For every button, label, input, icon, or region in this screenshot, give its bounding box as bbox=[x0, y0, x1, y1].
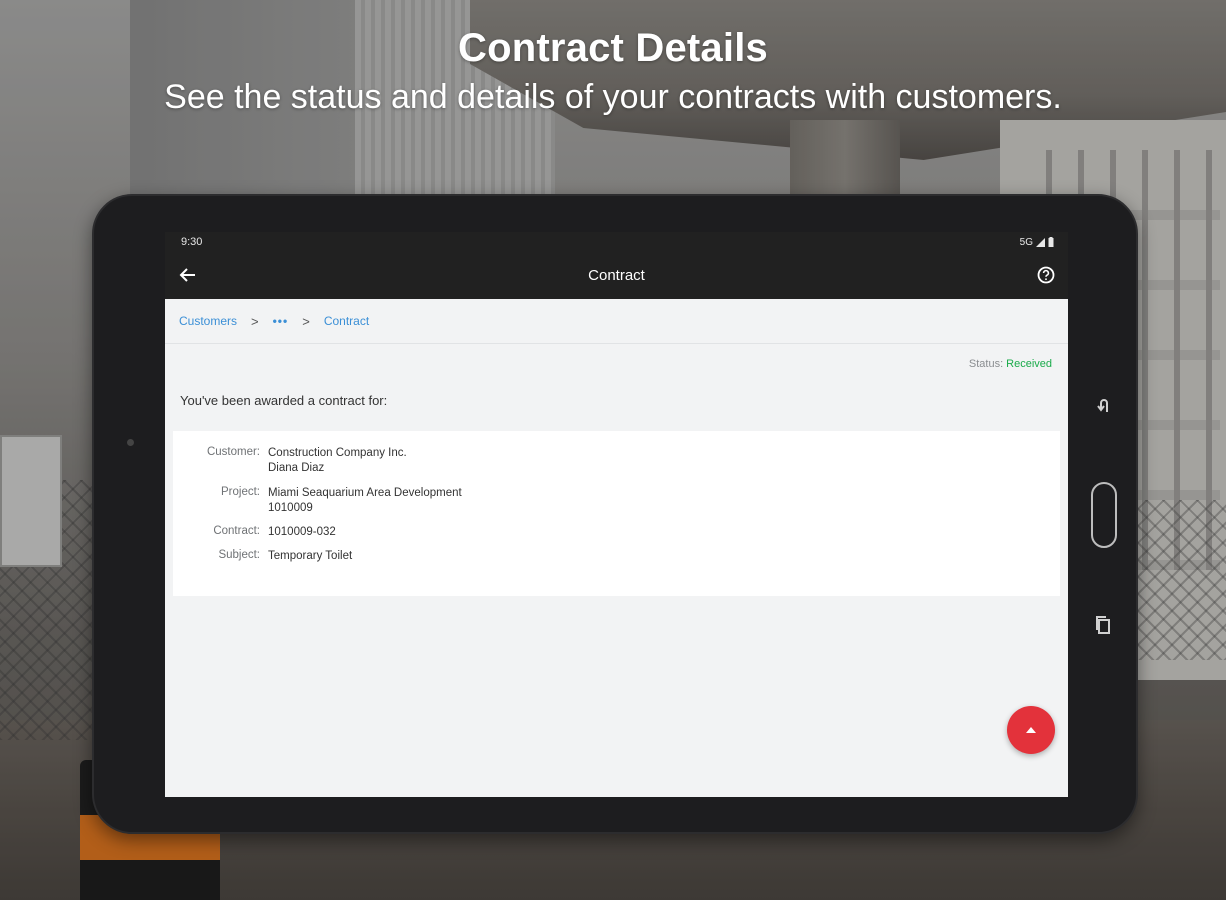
subject-value: Temporary Toilet bbox=[268, 550, 353, 562]
hardware-back-icon[interactable] bbox=[1094, 396, 1114, 418]
status-bar: 9:30 5G bbox=[165, 232, 1068, 252]
detail-label: Customer: bbox=[206, 446, 260, 458]
detail-label: Contract: bbox=[213, 525, 260, 537]
status-icons: 5G bbox=[1020, 237, 1054, 248]
page-title: Contract bbox=[588, 267, 645, 284]
promo-headline: Contract Details bbox=[458, 26, 768, 70]
battery-icon bbox=[1048, 237, 1054, 247]
promo-subline: See the status and details of your contr… bbox=[164, 78, 1062, 116]
detail-row-customer: Customer: Construction Company Inc. Dian… bbox=[173, 446, 407, 476]
detail-label: Subject: bbox=[218, 549, 260, 561]
network-label: 5G bbox=[1019, 236, 1033, 248]
help-button[interactable] bbox=[1036, 265, 1056, 285]
scroll-up-fab[interactable] bbox=[1007, 706, 1055, 754]
detail-row-project: Project: Miami Seaquarium Area Developme… bbox=[173, 486, 462, 516]
recent-apps-icon bbox=[1096, 616, 1110, 634]
detail-label: Project: bbox=[221, 486, 260, 498]
app-bar: Contract bbox=[165, 252, 1068, 299]
detail-row-contract: Contract: 1010009-032 bbox=[173, 525, 336, 540]
back-gesture-icon bbox=[1097, 399, 1108, 412]
arrow-left-icon bbox=[179, 268, 195, 282]
contract-status: Status: Received bbox=[165, 344, 1068, 384]
project-name: Miami Seaquarium Area Development bbox=[268, 487, 462, 499]
back-button[interactable] bbox=[177, 264, 199, 286]
caret-up-icon bbox=[1026, 727, 1036, 733]
chevron-right-icon: > bbox=[251, 313, 259, 329]
breadcrumb-customers[interactable]: Customers bbox=[179, 314, 237, 328]
status-time: 9:30 bbox=[181, 236, 203, 248]
breadcrumb-contract[interactable]: Contract bbox=[324, 314, 369, 328]
detail-row-subject: Subject: Temporary Toilet bbox=[173, 549, 352, 564]
status-value: Received bbox=[1006, 358, 1052, 370]
device-screen: 9:30 5G Contract Customers > ••• > Contr… bbox=[165, 232, 1068, 797]
hardware-home-button[interactable] bbox=[1091, 482, 1117, 548]
award-intro: You've been awarded a contract for: bbox=[180, 393, 388, 408]
project-number: 1010009 bbox=[268, 502, 313, 514]
customer-name: Construction Company Inc. bbox=[268, 447, 407, 459]
camera-icon bbox=[127, 439, 134, 446]
contract-details-card: Customer: Construction Company Inc. Dian… bbox=[173, 431, 1060, 596]
help-circle-icon bbox=[1037, 266, 1055, 284]
breadcrumb: Customers > ••• > Contract bbox=[165, 299, 1068, 344]
chevron-right-icon: > bbox=[302, 313, 310, 329]
customer-contact: Diana Diaz bbox=[268, 462, 325, 474]
contract-number: 1010009-032 bbox=[268, 526, 336, 538]
breadcrumb-more[interactable]: ••• bbox=[273, 314, 289, 328]
signal-icon bbox=[1036, 237, 1045, 247]
status-label: Status: bbox=[968, 358, 1004, 370]
hardware-recent-apps-icon[interactable] bbox=[1094, 614, 1114, 636]
